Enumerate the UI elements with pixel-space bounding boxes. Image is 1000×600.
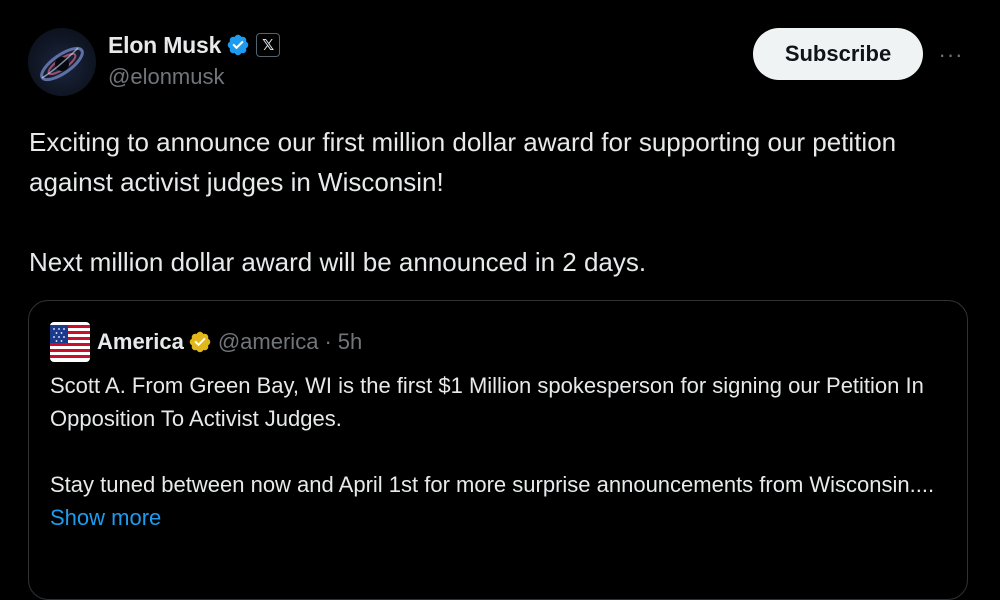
us-flag-avatar-icon[interactable]	[50, 322, 90, 362]
quoted-paragraph: Stay tuned between now and April 1st for…	[50, 472, 935, 497]
tweet-text: Exciting to announce our first million d…	[29, 122, 969, 282]
author-name-row: Elon Musk 𝕏	[108, 30, 281, 60]
author-handle[interactable]: @elonmusk	[108, 64, 225, 90]
author-avatar[interactable]	[28, 28, 96, 96]
subscribe-button[interactable]: Subscribe	[753, 28, 923, 80]
quoted-tweet-card[interactable]: America @america · 5h Scott A. From Gree…	[28, 300, 968, 600]
gold-verified-badge-icon[interactable]	[188, 330, 212, 354]
x-affiliate-badge-icon[interactable]: 𝕏	[256, 33, 281, 57]
author-display-name[interactable]: Elon Musk	[108, 32, 221, 59]
tweet: Elon Musk 𝕏 @elonmusk Subscribe ··· Exci…	[0, 0, 1000, 600]
verified-badge-icon[interactable]	[226, 33, 250, 57]
show-more-link[interactable]: Show more	[50, 501, 950, 534]
quoted-tweet-text: Scott A. From Green Bay, WI is the first…	[50, 369, 950, 534]
quoted-paragraph: Scott A. From Green Bay, WI is the first…	[50, 373, 924, 431]
quoted-handle[interactable]: @america	[218, 329, 319, 355]
quoted-timestamp[interactable]: 5h	[338, 329, 362, 355]
more-options-icon[interactable]: ···	[936, 40, 966, 70]
separator-dot: ·	[324, 329, 332, 354]
tweet-paragraph: Next million dollar award will be announ…	[29, 247, 647, 277]
quoted-tweet-header: America @america · 5h	[50, 321, 362, 363]
tweet-paragraph: Exciting to announce our first million d…	[29, 127, 897, 197]
avatar-image-icon	[40, 46, 84, 82]
quoted-display-name[interactable]: America	[97, 329, 184, 355]
